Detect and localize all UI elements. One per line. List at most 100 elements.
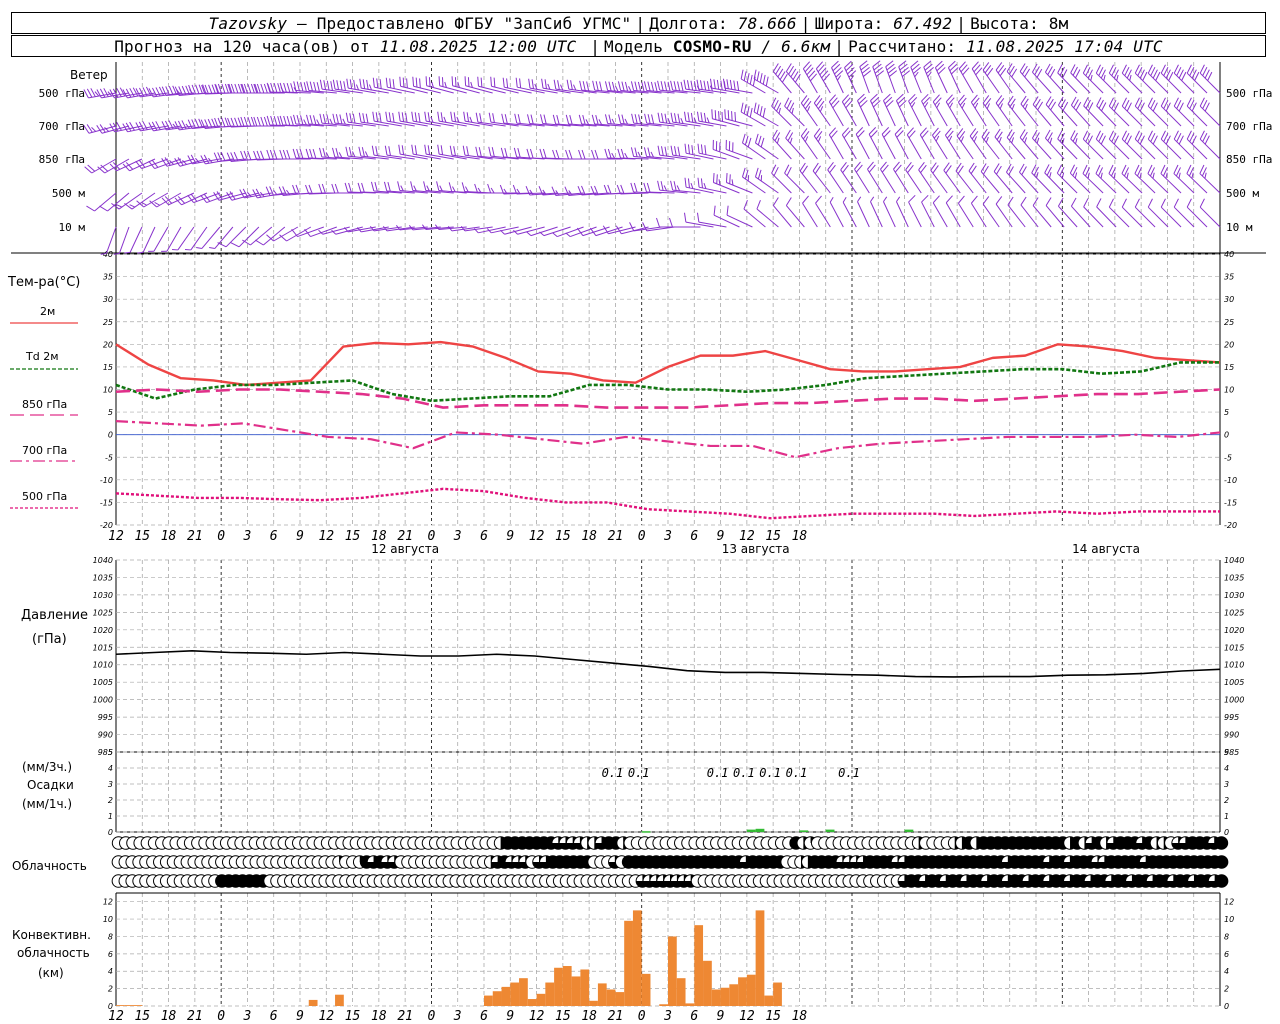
barb-shaft <box>726 214 753 228</box>
wind-barb <box>754 133 779 160</box>
barb-feather <box>412 76 415 87</box>
barb-feather <box>1082 164 1088 174</box>
barb-feather <box>86 205 95 212</box>
barb-feather <box>299 149 304 159</box>
precip-bar <box>641 831 651 833</box>
barb-feather <box>358 146 362 157</box>
barb-feather <box>773 166 779 176</box>
temp-tick-left: -5 <box>105 453 113 462</box>
conv-bar <box>694 925 704 1006</box>
conv-bar <box>597 983 607 1006</box>
barb-feather <box>185 123 190 129</box>
barb-feather <box>724 109 726 119</box>
barb-shaft <box>1108 105 1130 127</box>
barb-feather <box>500 147 505 158</box>
prec-tick-left: 3 <box>108 780 113 789</box>
temp-x-tick: 9 <box>506 529 514 544</box>
barb-feather <box>526 148 531 159</box>
wind-barb <box>1044 129 1065 160</box>
barb-feather <box>1199 164 1205 174</box>
barb-feather <box>668 217 673 228</box>
conv-bar <box>536 993 546 1006</box>
wind-barb <box>842 197 857 228</box>
barb-shaft <box>426 120 454 127</box>
barb-feather <box>342 118 346 125</box>
barb-feather <box>240 150 245 161</box>
barb-shaft <box>930 170 948 194</box>
barb-feather <box>553 79 557 90</box>
barb-feather <box>282 149 287 160</box>
temp-tick-right: 10 <box>1224 386 1234 395</box>
barb-feather <box>1111 66 1117 76</box>
barb-feather <box>789 137 793 144</box>
barb-feather <box>1100 172 1103 179</box>
barb-feather <box>650 151 655 158</box>
barb-feather <box>1191 69 1197 79</box>
barb-feather <box>1165 135 1171 145</box>
conv-bar <box>484 995 493 1006</box>
wind-barb <box>1031 63 1052 94</box>
barb-feather <box>389 78 392 88</box>
barb-shaft <box>812 170 831 194</box>
precip-annotation: 0.1 <box>602 766 624 780</box>
wind-level-left: 500 м <box>52 187 85 200</box>
barb-feather <box>313 115 317 125</box>
barb-feather <box>256 116 261 127</box>
pres-tick-right: 1005 <box>1224 678 1244 687</box>
barb-feather <box>594 149 599 160</box>
conv-bar <box>589 1000 598 1006</box>
barb-feather <box>1202 99 1208 109</box>
wind-barb <box>1057 197 1078 228</box>
temp-x-tick: 0 <box>217 529 225 544</box>
conv-x-tick: 12 <box>529 1009 545 1024</box>
barb-feather <box>1173 198 1179 208</box>
barb-feather <box>776 137 780 144</box>
barb-feather <box>401 145 405 155</box>
barb-feather <box>1191 135 1197 145</box>
date-label: 13 августа <box>722 542 790 556</box>
barb-feather <box>756 71 760 81</box>
temp-x-tick: 15 <box>345 529 361 544</box>
barb-feather <box>475 112 479 123</box>
barb-shaft <box>945 202 961 228</box>
barb-feather <box>322 114 326 124</box>
conv-x-tick: 12 <box>318 1009 334 1024</box>
barb-feather <box>1108 164 1114 174</box>
barb-shaft <box>177 226 195 251</box>
barb-feather <box>1011 137 1015 144</box>
conv-bar <box>606 989 616 1006</box>
wind-barb <box>867 161 883 194</box>
barb-shaft <box>712 148 740 160</box>
barb-feather <box>673 146 677 156</box>
barb-feather <box>406 78 408 88</box>
barb-feather <box>656 217 660 228</box>
wind-barb <box>932 94 948 127</box>
barb-shaft <box>840 169 857 194</box>
barb-feather <box>1178 135 1184 145</box>
barb-feather <box>1124 132 1130 142</box>
conv-tick-right: 10 <box>1224 915 1234 924</box>
temp-tick-right: 20 <box>1224 340 1234 349</box>
wind-barb <box>844 60 857 94</box>
barb-feather <box>344 182 349 193</box>
barb-feather <box>319 147 323 158</box>
barb-feather <box>802 195 809 204</box>
barb-feather <box>560 84 564 91</box>
barb-feather <box>372 77 375 88</box>
barb-feather <box>1147 164 1153 174</box>
precip-bar <box>755 828 765 832</box>
barb-feather <box>629 222 635 232</box>
conv-bar <box>308 999 318 1006</box>
barb-feather <box>90 88 96 97</box>
barb-feather <box>960 136 965 143</box>
barb-shaft <box>755 176 779 194</box>
barb-feather <box>643 81 648 91</box>
prec-tick-left: 5 <box>108 748 113 757</box>
conv-x-tick: 9 <box>717 1009 725 1024</box>
barb-shaft <box>725 148 753 160</box>
conv-x-tick: 12 <box>739 1009 755 1024</box>
barb-feather <box>411 144 414 155</box>
barb-feather <box>273 149 278 160</box>
barb-feather <box>1204 102 1210 112</box>
barb-feather <box>217 242 227 248</box>
